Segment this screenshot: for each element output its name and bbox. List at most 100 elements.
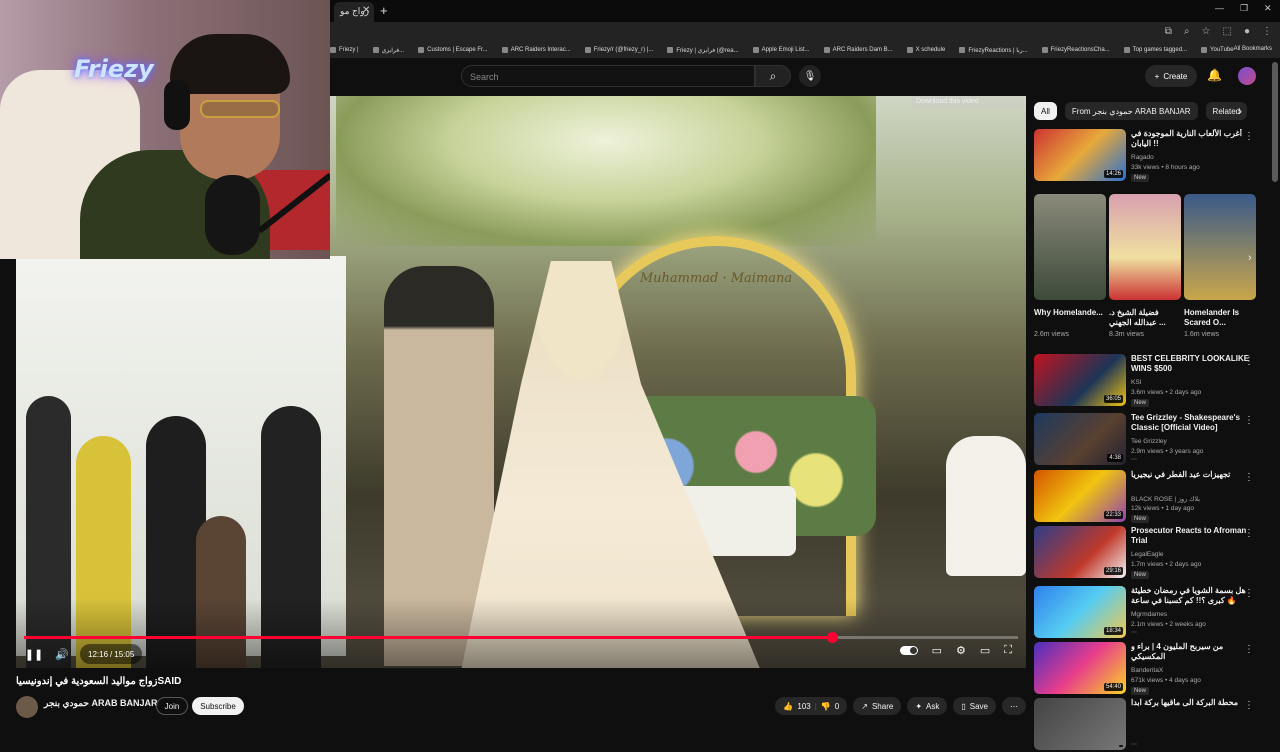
recommendation-thumbnail[interactable]: 14:26: [1034, 129, 1126, 181]
short-title[interactable]: فضيلة الشيخ د. عبدالله الجهني ...: [1109, 308, 1181, 328]
recommendation-channel[interactable]: Mgrmdames: [1131, 611, 1167, 618]
all-bookmarks-button[interactable]: All Bookmarks: [1234, 46, 1272, 52]
recommendation-title[interactable]: Prosecutor Reacts to Afroman Trial: [1131, 526, 1251, 546]
install-icon[interactable]: ⧉: [1165, 26, 1172, 37]
recommendation-thumbnail[interactable]: 18:34: [1034, 586, 1126, 638]
channel-avatar[interactable]: [16, 696, 38, 718]
short-thumbnail[interactable]: [1034, 194, 1106, 300]
chip-from-channel[interactable]: From حمودي بنجر ARAB BANJAR: [1064, 102, 1198, 120]
dislike-count[interactable]: 0: [835, 702, 839, 711]
recommendation-title[interactable]: محطة البركة الى ماقيها بركة ابدا: [1131, 698, 1251, 708]
sidebar-scrollbar[interactable]: [1272, 62, 1278, 182]
extensions-icon[interactable]: ⬚: [1223, 26, 1232, 37]
bookmark-item[interactable]: Top games tagged...: [1123, 47, 1187, 53]
account-avatar[interactable]: [1238, 67, 1256, 85]
recommendation-thumbnail[interactable]: 54:40: [1034, 642, 1126, 694]
recommendation-thumbnail[interactable]: 4:38: [1034, 413, 1126, 465]
save-button[interactable]: ▯ Save: [953, 697, 996, 715]
fullscreen-icon[interactable]: ⛶: [1004, 644, 1012, 657]
share-button[interactable]: ↗ Share: [853, 697, 902, 715]
bookmark-item[interactable]: Friezy |: [330, 47, 359, 53]
theater-icon[interactable]: ▭: [980, 644, 990, 657]
minimize-button[interactable]: —: [1215, 3, 1224, 13]
short-title[interactable]: Why Homelande...: [1034, 308, 1106, 328]
bookmark-item[interactable]: FriezyReactions | ريا...: [959, 47, 1028, 54]
bookmark-item[interactable]: Apple Emoji List...: [752, 47, 810, 53]
autoplay-toggle[interactable]: [899, 646, 918, 655]
bookmark-item[interactable]: ARC Raiders Interac...: [501, 47, 571, 53]
create-button[interactable]: + Create: [1145, 65, 1197, 87]
recommendation-item[interactable]: محطة البركة الى ماقيها بركة ابدا ⋮: [1034, 698, 1264, 752]
recommendation-channel[interactable]: BanderitaX: [1131, 667, 1163, 674]
bell-icon[interactable]: 🔔: [1207, 68, 1222, 82]
like-count[interactable]: 103: [797, 702, 810, 711]
more-options-icon[interactable]: ⋮: [1244, 700, 1254, 711]
subtitles-icon[interactable]: ▭: [932, 644, 942, 657]
progress-bar[interactable]: [24, 632, 1018, 643]
star-icon[interactable]: ☆: [1202, 26, 1211, 37]
volume-button[interactable]: 🔊: [52, 644, 72, 664]
close-tab-icon[interactable]: ✕: [362, 5, 370, 16]
more-options-icon[interactable]: ⋮: [1244, 356, 1254, 367]
like-icon[interactable]: 👍: [783, 702, 793, 711]
chevron-right-icon[interactable]: ›: [1238, 104, 1242, 118]
chevron-right-icon[interactable]: ›: [1248, 252, 1252, 264]
recommendation-title[interactable]: BEST CELEBRITY LOOKALIKE WINS $500: [1131, 354, 1251, 374]
bookmark-item[interactable]: Customs | Escape Fr...: [418, 47, 488, 53]
dislike-icon[interactable]: 👎: [821, 702, 831, 711]
short-thumbnail[interactable]: [1184, 194, 1256, 300]
recommendation-channel[interactable]: Tee Grizzley: [1131, 438, 1167, 445]
bookmark-item[interactable]: FriezyReactionsCha...: [1041, 47, 1110, 53]
bookmark-item[interactable]: X schedule: [906, 47, 945, 53]
download-badge[interactable]: Download this video: [912, 96, 1024, 108]
channel-name[interactable]: حمودي بنجر ARAB BANJAR: [44, 698, 157, 709]
short-item[interactable]: فضيلة الشيخ د. عبدالله الجهني ... 8.3m vi…: [1109, 194, 1181, 338]
recommendation-title[interactable]: هل بسمة الشويا في رمضان خطيئة كبرى ؟!! ك…: [1131, 586, 1251, 606]
recommendation-thumbnail[interactable]: 22:33: [1034, 470, 1126, 522]
close-window-button[interactable]: ✕: [1264, 3, 1272, 14]
voice-search-button[interactable]: 🎙: [799, 65, 821, 87]
bookmark-item[interactable]: YouTube: [1201, 47, 1234, 53]
recommendation-thumbnail[interactable]: [1034, 698, 1126, 750]
recommendation-title[interactable]: أغرب الألعاب النارية الموجودة في اليابان…: [1131, 129, 1251, 149]
recommendation-title[interactable]: من سيربح المليون 4 | براء و المكسيكي: [1131, 642, 1251, 662]
recommendation-channel[interactable]: Ragado: [1131, 154, 1154, 161]
more-actions-button[interactable]: ⋯: [1002, 697, 1026, 715]
recommendation-item[interactable]: 14:26 أغرب الألعاب النارية الموجودة في ال…: [1034, 129, 1264, 183]
recommendation-item[interactable]: 29:16 Prosecutor Reacts to Afroman Trial L…: [1034, 526, 1264, 580]
settings-icon[interactable]: ⚙: [956, 644, 966, 657]
new-tab-button[interactable]: +: [380, 3, 388, 18]
recommendation-channel[interactable]: KSI: [1131, 379, 1141, 386]
maximize-button[interactable]: ❐: [1240, 3, 1248, 14]
short-item[interactable]: Why Homelande... 2.6m views: [1034, 194, 1106, 338]
ask-button[interactable]: ✦ Ask: [907, 697, 948, 715]
recommendation-thumbnail[interactable]: 36:05: [1034, 354, 1126, 406]
recommendation-item[interactable]: 18:34 هل بسمة الشويا في رمضان خطيئة كبرى …: [1034, 586, 1264, 640]
short-title[interactable]: Homelander Is Scared O...: [1184, 308, 1256, 328]
more-options-icon[interactable]: ⋮: [1244, 131, 1254, 142]
short-item[interactable]: Homelander Is Scared O... 1.6m views: [1184, 194, 1256, 338]
pause-button[interactable]: ❚❚: [24, 644, 44, 664]
recommendation-item[interactable]: 4:38 Tee Grizzley - Shakespeare's Classic…: [1034, 413, 1264, 467]
more-options-icon[interactable]: ⋮: [1244, 472, 1254, 483]
scrub-handle[interactable]: [827, 632, 839, 643]
bookmark-item[interactable]: Friezy | فرايزي (@rea...: [667, 47, 739, 54]
zoom-icon[interactable]: ⌕: [1184, 26, 1190, 37]
more-options-icon[interactable]: ⋮: [1244, 528, 1254, 539]
bookmark-item[interactable]: Friezy/r (@friezy_r) |...: [584, 47, 653, 53]
search-button[interactable]: ⌕: [755, 65, 791, 87]
menu-icon[interactable]: ⋮: [1262, 26, 1272, 37]
bookmark-item[interactable]: فرايزي...: [372, 47, 404, 54]
join-button[interactable]: Join: [156, 697, 188, 715]
recommendation-channel[interactable]: LegalEagle: [1131, 551, 1164, 558]
bookmark-item[interactable]: ARC Raiders Dam B...: [823, 47, 893, 53]
profile-icon[interactable]: ●: [1244, 26, 1250, 37]
address-bar[interactable]: ⧉ ⌕ ☆ ⬚ ● ⋮: [330, 22, 1280, 42]
recommendation-title[interactable]: Tee Grizzley - Shakespeare's Classic [Of…: [1131, 413, 1251, 433]
more-options-icon[interactable]: ⋮: [1244, 588, 1254, 599]
recommendation-title[interactable]: تجهيزات عيد الفطر في نيجيريا: [1131, 470, 1251, 480]
subscribe-button[interactable]: Subscribe: [192, 697, 244, 715]
recommendation-channel[interactable]: BLACK ROSE | بلاك روز: [1131, 495, 1200, 503]
more-options-icon[interactable]: ⋮: [1244, 644, 1254, 655]
chip-all[interactable]: All: [1034, 102, 1057, 120]
